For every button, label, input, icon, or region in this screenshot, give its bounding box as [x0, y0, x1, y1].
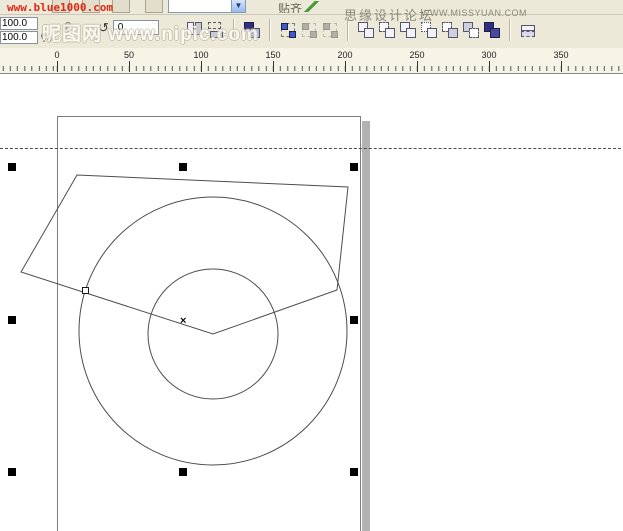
drawing-objects: [0, 0, 623, 531]
selection-handle[interactable]: [350, 163, 358, 171]
outer-circle[interactable]: [79, 197, 347, 465]
selection-handle[interactable]: [8, 468, 16, 476]
curve-node-marker[interactable]: [82, 287, 89, 294]
coreldraw-window: ▼ 贴齐 % ↺ www.blue1000.com 昵图网 www.nipic.…: [0, 0, 623, 531]
pentagon-shape[interactable]: [21, 175, 348, 334]
nipic-watermark: 昵图网 www.nipic.com: [42, 19, 259, 46]
selection-handle[interactable]: [8, 163, 16, 171]
selection-handle[interactable]: [179, 468, 187, 476]
selection-handle[interactable]: [8, 316, 16, 324]
blue1000-watermark: www.blue1000.com: [7, 1, 113, 14]
missyuan-watermark-en: WWW.MISSYUAN.COM: [421, 8, 527, 18]
selection-handle[interactable]: [179, 163, 187, 171]
selection-handle[interactable]: [350, 316, 358, 324]
selection-center-mark: ×: [180, 316, 186, 326]
selection-handle[interactable]: [350, 468, 358, 476]
